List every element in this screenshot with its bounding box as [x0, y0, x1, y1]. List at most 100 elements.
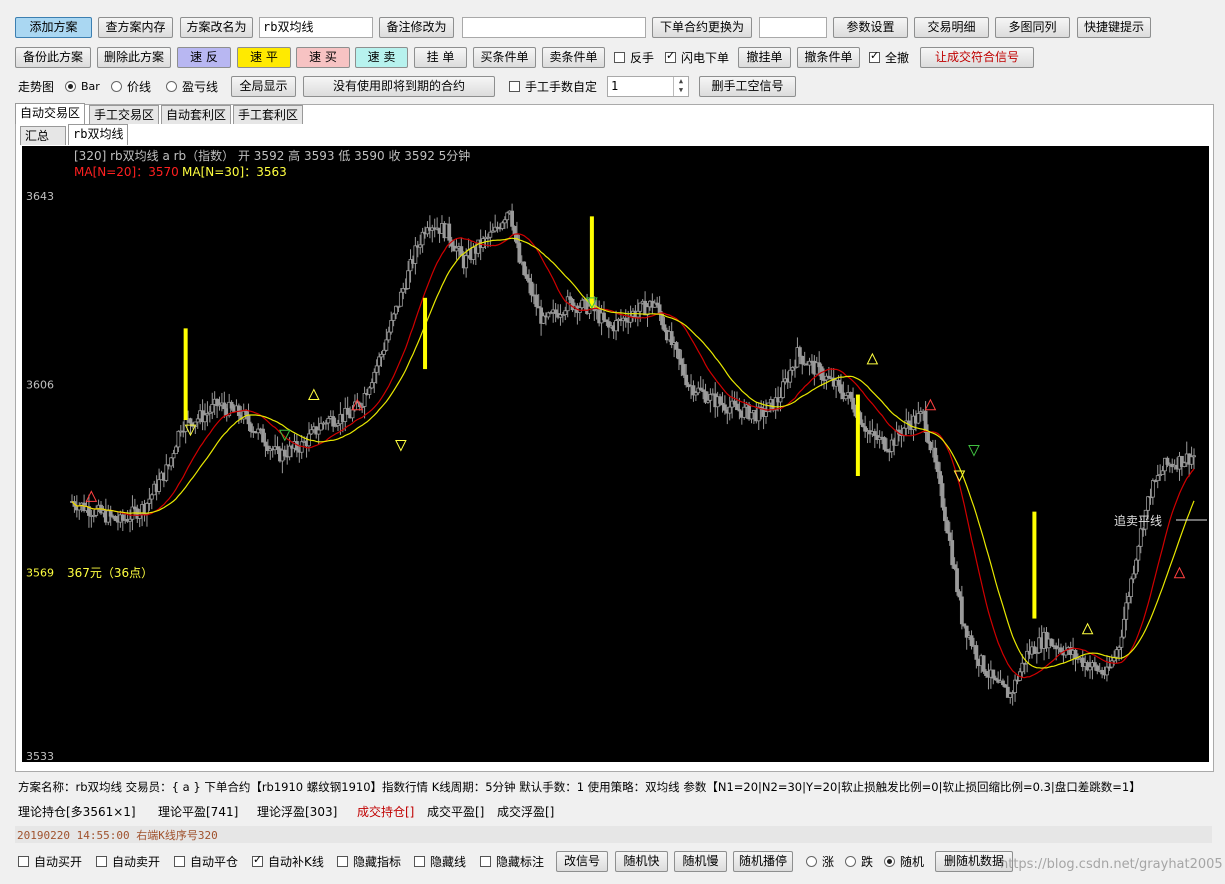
spinner-arrows-icon[interactable]: ▲ ▼	[673, 77, 688, 96]
auto-sell-label: 自动卖开	[112, 854, 161, 869]
radio-up[interactable]: 涨	[806, 852, 834, 870]
trade-detail-button[interactable]: 交易明细	[914, 17, 989, 38]
buy-condition-button[interactable]: 买条件单	[473, 47, 536, 68]
param-settings-button[interactable]: 参数设置	[833, 17, 908, 38]
delete-manual-signal-button[interactable]: 删手工空信号	[699, 76, 796, 97]
change-contract-button[interactable]: 下单合约更换为	[652, 17, 752, 38]
quick-flat-button[interactable]: 速 平	[237, 47, 291, 68]
candle-body	[398, 291, 403, 307]
y-axis-ticks: 3643 3606 3569 3533	[26, 190, 54, 762]
multi-chart-button[interactable]: 多图同列	[995, 17, 1070, 38]
plan-name-input[interactable]: rb双均线	[259, 17, 373, 38]
candle-body	[188, 418, 193, 424]
candle-body	[406, 270, 411, 289]
candle-body	[943, 506, 947, 522]
checkbox-icon	[337, 855, 348, 867]
candle-body	[1049, 638, 1054, 647]
candle-body	[839, 384, 843, 394]
flash-order-checkbox[interactable]: 闪电下单	[665, 48, 729, 66]
ma20-line	[71, 233, 1195, 679]
memo-change-button[interactable]: 备注修改为	[379, 17, 454, 38]
candle-body	[108, 510, 113, 517]
y-tick-label: 3533	[26, 750, 54, 762]
delete-plan-button[interactable]: 删除此方案	[97, 47, 171, 68]
random-slow-button[interactable]: 随机慢	[674, 851, 727, 872]
change-signal-button[interactable]: 改信号	[556, 851, 608, 872]
reverse-hand-checkbox[interactable]: 反手	[614, 48, 654, 66]
tab-manual-trade[interactable]: 手工交易区	[89, 105, 160, 124]
buy-signal-triangle-icon	[924, 398, 937, 411]
cancel-hang-button[interactable]: 撤挂单	[738, 47, 791, 68]
kline-chart[interactable]: 3643 3606 3569 3533 [320] rb双均线 a rb（指数） 开 …	[22, 146, 1209, 762]
full-display-button[interactable]: 全局显示	[231, 76, 296, 97]
hide-indicator-checkbox[interactable]: 隐藏指标	[337, 852, 401, 870]
candle-body	[282, 449, 287, 457]
rename-plan-button[interactable]: 方案改名为	[180, 17, 253, 38]
candle-body	[614, 320, 618, 332]
lots-spinner-input[interactable]: 1 ▲ ▼	[607, 76, 689, 97]
hotkey-tip-button[interactable]: 快捷键提示	[1077, 17, 1151, 38]
candle-body	[817, 362, 822, 368]
radio-icon	[806, 855, 817, 867]
theory-float-profit: 理论浮盈[303]	[257, 805, 338, 819]
auto-flat-checkbox[interactable]: 自动平仓	[174, 852, 238, 870]
quick-reverse-button[interactable]: 速 反	[177, 47, 231, 68]
auto-buy-checkbox[interactable]: 自动买开	[18, 852, 82, 870]
auto-fill-kline-checkbox[interactable]: 自动补K线	[252, 852, 324, 870]
candle-body	[933, 447, 938, 463]
candle-body	[969, 635, 974, 647]
manual-lots-checkbox[interactable]: 手工手数自定	[509, 77, 597, 95]
sell-condition-button[interactable]: 卖条件单	[542, 47, 605, 68]
hide-indicator-label: 隐藏指标	[353, 854, 402, 869]
subtab-summary[interactable]: 汇总	[20, 126, 66, 145]
candle-body	[1013, 679, 1017, 694]
match-signal-button[interactable]: 让成交符合信号	[920, 47, 1034, 68]
candle-body	[384, 339, 389, 351]
tab-manual-arbitrage[interactable]: 手工套利区	[233, 105, 304, 124]
radio-pnl-line[interactable]: 盈亏线	[166, 77, 218, 95]
flash-order-label: 闪电下单	[681, 50, 730, 65]
random-fast-button[interactable]: 随机快	[615, 851, 668, 872]
candle-body	[860, 423, 865, 428]
hide-mark-checkbox[interactable]: 隐藏标注	[480, 852, 544, 870]
radio-random[interactable]: 随机	[884, 852, 924, 870]
candle-body	[94, 508, 99, 516]
candle-body	[502, 219, 507, 224]
radio-icon	[845, 855, 856, 867]
hang-order-button[interactable]: 挂 单	[414, 47, 467, 68]
subtab-rb-dual-ma[interactable]: rb双均线	[68, 124, 129, 145]
radio-price-line[interactable]: 价线	[111, 77, 151, 95]
candle-body	[372, 371, 377, 384]
candle-body	[389, 320, 394, 333]
checkbox-checked-icon	[665, 49, 676, 63]
radio-random-label: 随机	[900, 854, 925, 869]
candle-body	[1182, 462, 1187, 467]
radio-down[interactable]: 跌	[845, 852, 873, 870]
radio-bar[interactable]: Bar	[65, 77, 100, 95]
candle-body	[984, 670, 988, 676]
contract-input[interactable]	[759, 17, 827, 38]
quick-buy-button[interactable]: 速 买	[296, 47, 350, 68]
backup-plan-button[interactable]: 备份此方案	[15, 47, 91, 68]
candle-body	[147, 498, 152, 504]
memo-input[interactable]	[462, 17, 646, 38]
sell-signal-triangle-icon	[395, 439, 407, 452]
cancel-all-checkbox[interactable]: 全撤	[869, 48, 909, 66]
status-bar: 20190220 14:55:00 右端K线序号320	[15, 826, 1212, 843]
auto-sell-checkbox[interactable]: 自动卖开	[96, 852, 160, 870]
tab-auto-arbitrage[interactable]: 自动套利区	[161, 105, 232, 124]
add-plan-button[interactable]: 添加方案	[15, 17, 92, 38]
no-expiring-contract-button[interactable]: 没有使用即将到期的合约	[303, 76, 495, 97]
hide-line-checkbox[interactable]: 隐藏线	[414, 852, 466, 870]
tab-auto-trade[interactable]: 自动交易区	[15, 103, 86, 124]
candle-body	[171, 453, 176, 459]
cancel-condition-button[interactable]: 撤条件单	[797, 47, 860, 68]
candle-body	[974, 645, 979, 660]
view-plan-memory-button[interactable]: 查方案内存	[98, 17, 173, 38]
auto-buy-label: 自动买开	[34, 854, 83, 869]
quick-sell-button[interactable]: 速 卖	[355, 47, 408, 68]
radio-selected-icon	[884, 855, 895, 867]
candle-body	[263, 441, 268, 447]
checkbox-icon	[174, 855, 185, 867]
random-pause-button[interactable]: 随机播停	[733, 851, 793, 872]
